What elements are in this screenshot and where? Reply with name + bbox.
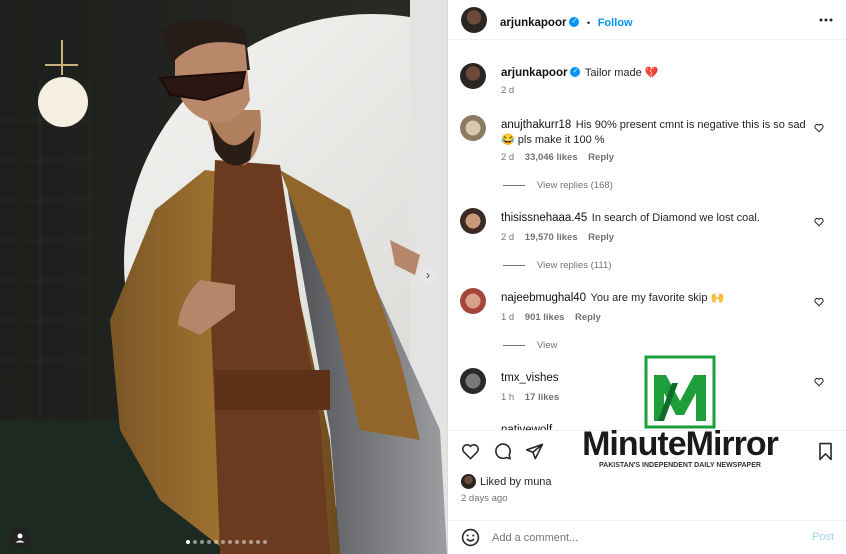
comment-time: 2 d xyxy=(501,152,515,163)
liked-by-text[interactable]: Liked by muna xyxy=(480,476,552,488)
post-header: arjunkapoor ✓ • Follow xyxy=(448,0,846,40)
comment-input[interactable] xyxy=(492,529,792,547)
heart-icon[interactable] xyxy=(814,217,824,227)
comment-time: 1 d xyxy=(501,312,515,323)
commenter-avatar[interactable] xyxy=(460,368,486,394)
carousel-indicator xyxy=(186,540,267,544)
carousel-dot xyxy=(193,540,197,544)
verified-badge-icon: ✓ xyxy=(570,66,581,77)
commenter-username[interactable]: tmx_vishes xyxy=(501,372,559,384)
liked-by-avatar[interactable] xyxy=(461,474,476,489)
carousel-dot xyxy=(200,540,204,544)
commenter-avatar[interactable] xyxy=(460,288,486,314)
commenter-username[interactable]: thisissnehaaa.45 xyxy=(501,212,587,224)
view-replies[interactable]: View xyxy=(503,340,557,351)
comment-time: 2 d xyxy=(501,232,515,243)
commenter-avatar[interactable] xyxy=(460,115,486,141)
watermark-tagline: PAKISTAN'S INDEPENDENT DAILY NEWSPAPER xyxy=(599,462,761,469)
comment-icon[interactable] xyxy=(493,442,512,461)
emoji-icon[interactable] xyxy=(461,528,480,547)
carousel-dot xyxy=(214,540,218,544)
comment-likes[interactable]: 19,570 likes xyxy=(525,232,578,243)
separator-dot: • xyxy=(586,18,591,29)
reply-button[interactable]: Reply xyxy=(575,312,601,323)
carousel-dot xyxy=(186,540,190,544)
next-arrow-icon[interactable]: › xyxy=(418,266,438,286)
more-options-icon[interactable] xyxy=(819,17,833,23)
heart-icon[interactable] xyxy=(461,442,480,461)
commenter-avatar[interactable] xyxy=(460,208,486,234)
follow-button[interactable]: Follow xyxy=(598,17,633,29)
comment-likes[interactable]: 33,046 likes xyxy=(525,152,578,163)
carousel-dot xyxy=(228,540,232,544)
post-photo[interactable]: › xyxy=(0,0,447,554)
heart-icon[interactable] xyxy=(814,123,824,133)
commenter-username[interactable]: anujthakurr18 xyxy=(501,119,571,131)
caption-time: 2 d xyxy=(501,85,515,96)
caption-username[interactable]: arjunkapoor xyxy=(501,67,567,79)
watermark-name: MinuteMirror xyxy=(582,425,779,463)
carousel-dot xyxy=(207,540,211,544)
comment-likes[interactable]: 901 likes xyxy=(525,312,565,323)
comment-likes[interactable]: 17 likes xyxy=(525,392,559,403)
post-date: 2 days ago xyxy=(461,493,508,504)
carousel-dot xyxy=(249,540,253,544)
carousel-dot xyxy=(221,540,225,544)
add-comment-bar: Post xyxy=(448,520,846,554)
carousel-dot xyxy=(242,540,246,544)
carousel-dot xyxy=(235,540,239,544)
carousel-dot xyxy=(256,540,260,544)
view-replies[interactable]: View replies (111) xyxy=(503,260,611,271)
photo-illustration xyxy=(0,0,447,554)
commenter-username[interactable]: najeebmughal40 xyxy=(501,292,586,304)
carousel-dot xyxy=(263,540,267,544)
comment-text: You are my favorite skip 🙌 xyxy=(590,292,725,304)
author-avatar[interactable] xyxy=(461,7,487,33)
share-icon[interactable] xyxy=(525,442,544,461)
user-tag-icon[interactable] xyxy=(10,528,30,548)
minute-mirror-watermark: MinuteMirror PAKISTAN'S INDEPENDENT DAIL… xyxy=(570,355,790,475)
reply-button[interactable]: Reply xyxy=(588,232,614,243)
minute-mirror-logo-icon xyxy=(644,355,716,429)
bookmark-icon[interactable] xyxy=(817,442,834,461)
comment-time: 1 h xyxy=(501,392,515,403)
author-avatar[interactable] xyxy=(460,63,486,89)
author-username[interactable]: arjunkapoor xyxy=(500,17,566,29)
post-comment-button[interactable]: Post xyxy=(812,531,834,543)
comment-text: In search of Diamond we lost coal. xyxy=(591,212,760,224)
verified-badge-icon: ✓ xyxy=(569,16,580,27)
heart-icon[interactable] xyxy=(814,297,824,307)
caption-text: Tailor made 💔 xyxy=(584,67,659,79)
view-replies[interactable]: View replies (168) xyxy=(503,180,613,191)
reply-button[interactable]: Reply xyxy=(588,152,614,163)
heart-icon[interactable] xyxy=(814,377,824,387)
